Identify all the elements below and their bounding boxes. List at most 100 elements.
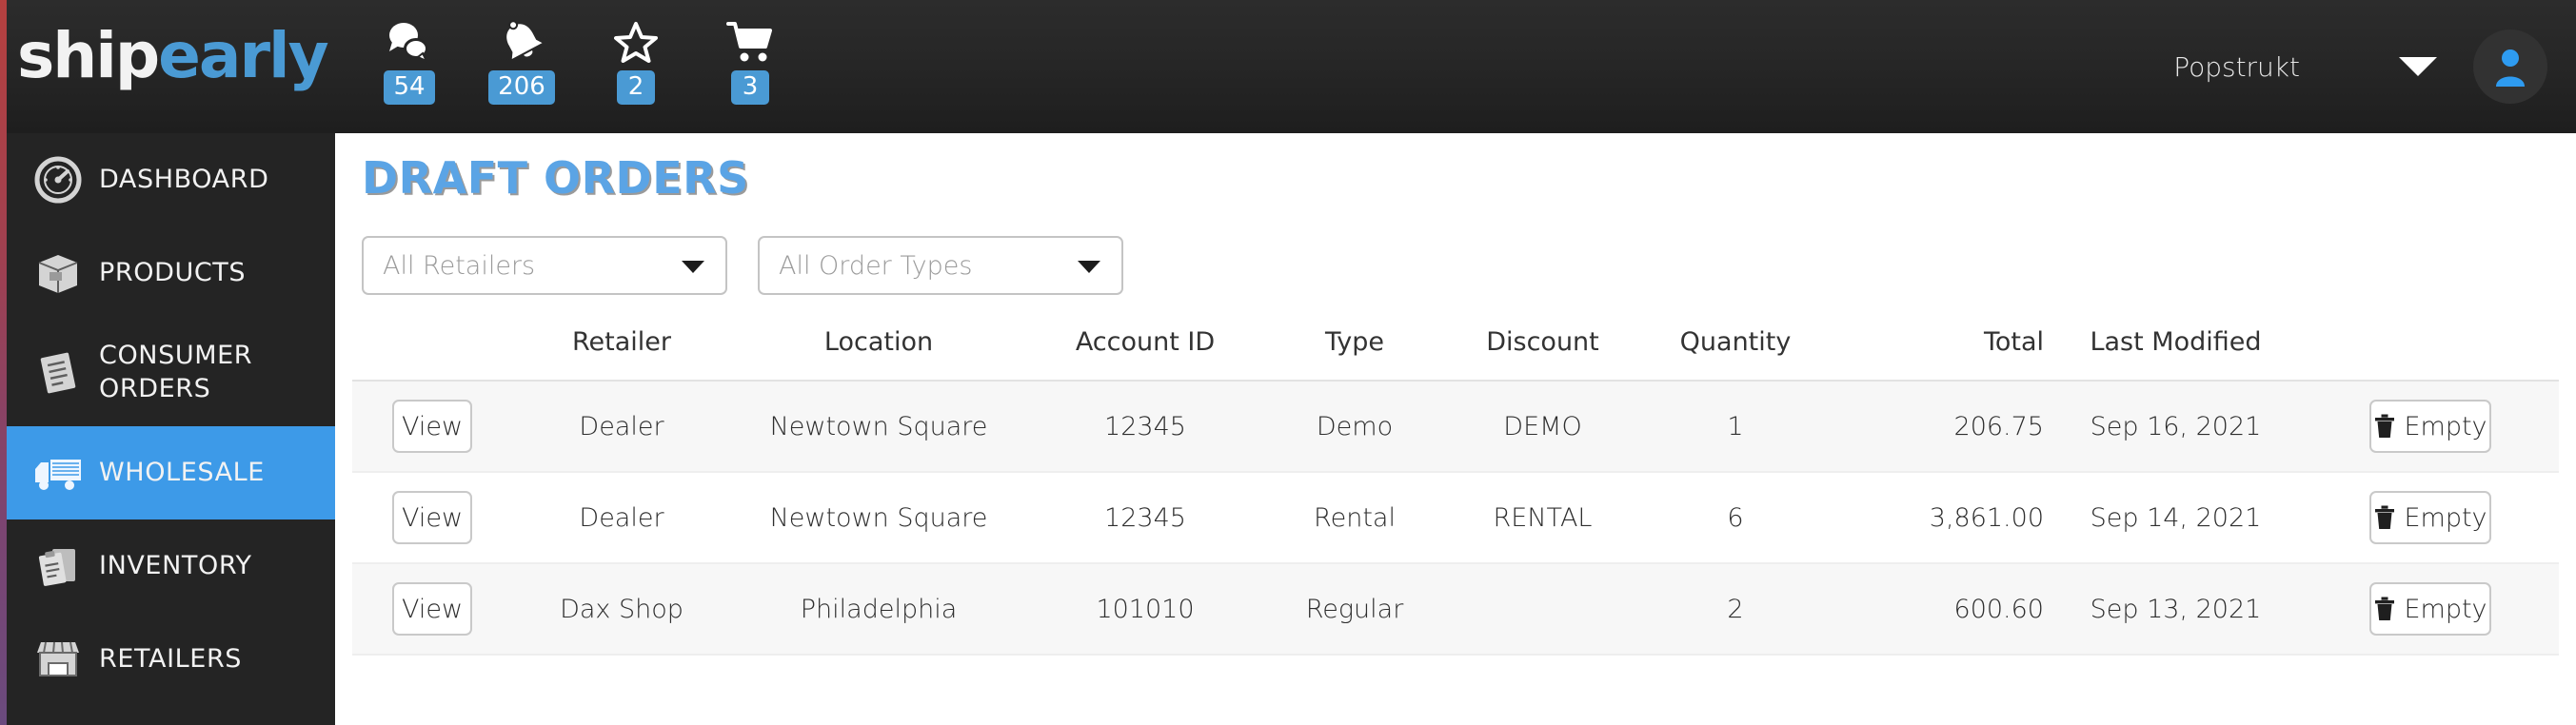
- empty-button[interactable]: Empty: [2369, 400, 2491, 453]
- row-action-cell: View: [352, 381, 512, 473]
- row-empty-cell: Empty: [2302, 381, 2559, 473]
- cell-location: Newtown Square: [731, 381, 1026, 473]
- sidebar-item-label: RETAILERS: [99, 643, 243, 674]
- messages-nav-item[interactable]: 54: [352, 17, 466, 116]
- sidebar-item-wholesale[interactable]: WHOLESALE: [0, 426, 335, 519]
- draft-orders-table: Retailer Location Account ID Type Discou…: [352, 322, 2559, 656]
- user-avatar-icon: [2491, 47, 2529, 87]
- view-button[interactable]: View: [392, 400, 472, 453]
- sidebar-item-products[interactable]: PRODUCTS: [0, 226, 335, 320]
- filter-bar: All Retailers All Order Types: [362, 236, 1123, 295]
- left-accent-stripe: [0, 0, 7, 725]
- truck-icon: [25, 443, 91, 502]
- col-header-location: Location: [731, 322, 1026, 382]
- chevron-down-icon: [682, 261, 704, 273]
- empty-button-label: Empty: [2404, 594, 2487, 624]
- sidebar-item-consumer-orders[interactable]: CONSUMER ORDERS: [0, 320, 335, 426]
- cell-location: Philadelphia: [731, 563, 1026, 656]
- cell-account-id: 12345: [1026, 381, 1264, 473]
- cell-account-id: 12345: [1026, 472, 1264, 564]
- col-header-type: Type: [1264, 322, 1445, 382]
- user-name-label: Popstrukt: [2173, 50, 2300, 83]
- sidebar-item-retailers[interactable]: RETAILERS: [0, 613, 335, 706]
- notifications-nav-item[interactable]: 206: [465, 17, 579, 116]
- col-header-quantity: Quantity: [1640, 322, 1831, 382]
- trash-icon: [2373, 413, 2396, 440]
- avatar[interactable]: [2473, 29, 2547, 104]
- table-body: View Dealer Newtown Square 12345 Demo DE…: [352, 381, 2559, 656]
- empty-button-label: Empty: [2404, 411, 2487, 441]
- view-button[interactable]: View: [392, 491, 472, 544]
- brand-logo-part1: ship: [17, 19, 160, 92]
- page-title: DRAFT ORDERS: [362, 152, 749, 204]
- favorites-badge: 2: [617, 70, 655, 105]
- shopping-cart-icon: [726, 17, 774, 67]
- bell-icon: [499, 17, 545, 67]
- cart-badge: 3: [731, 70, 769, 105]
- cart-nav-item[interactable]: 3: [693, 17, 807, 116]
- col-header-account-id: Account ID: [1026, 322, 1264, 382]
- sidebar-item-inventory[interactable]: INVENTORY: [0, 519, 335, 613]
- table-head: Retailer Location Account ID Type Discou…: [352, 322, 2559, 382]
- cell-total: 600.60: [1831, 563, 2050, 656]
- cell-discount: RENTAL: [1445, 472, 1640, 564]
- star-icon: [614, 17, 658, 67]
- sidebar-item-label: INVENTORY: [99, 550, 252, 580]
- col-header-last-modified: Last Modified: [2050, 322, 2302, 382]
- speedometer-icon: [25, 150, 91, 209]
- sidebar-item-label: WHOLESALE: [99, 457, 265, 487]
- cell-type: Demo: [1264, 381, 1445, 473]
- empty-button-label: Empty: [2404, 502, 2487, 533]
- empty-button[interactable]: Empty: [2369, 491, 2491, 544]
- sidebar-item-label: CONSUMER ORDERS: [99, 341, 253, 403]
- cell-retailer: Dealer: [512, 472, 731, 564]
- cell-type: Regular: [1264, 563, 1445, 656]
- table-row: View Dealer Newtown Square 12345 Rental …: [352, 472, 2559, 564]
- row-empty-cell: Empty: [2302, 472, 2559, 564]
- sidebar-item-label: PRODUCTS: [99, 257, 247, 287]
- cell-total: 206.75: [1831, 381, 2050, 473]
- empty-button[interactable]: Empty: [2369, 582, 2491, 636]
- storefront-icon: [25, 630, 91, 689]
- col-header-empty-action: [2302, 322, 2559, 382]
- document-icon: [25, 343, 91, 402]
- table-row: View Dealer Newtown Square 12345 Demo DE…: [352, 381, 2559, 473]
- table-row: View Dax Shop Philadelphia 101010 Regula…: [352, 563, 2559, 656]
- view-button[interactable]: View: [392, 582, 472, 636]
- row-empty-cell: Empty: [2302, 563, 2559, 656]
- cell-location: Newtown Square: [731, 472, 1026, 564]
- cell-total: 3,861.00: [1831, 472, 2050, 564]
- cell-type: Rental: [1264, 472, 1445, 564]
- cell-discount: [1445, 563, 1640, 656]
- sidebar: DASHBOARD PRODUCTS CONSUMER ORDERS WHOLE…: [0, 133, 335, 725]
- sidebar-item-label: DASHBOARD: [99, 164, 269, 194]
- chat-bubbles-icon: [386, 17, 432, 67]
- draft-orders-table-wrapper: Retailer Location Account ID Type Discou…: [352, 322, 2559, 656]
- cell-last-modified: Sep 13, 2021: [2050, 563, 2302, 656]
- cell-account-id: 101010: [1026, 563, 1264, 656]
- col-header-discount: Discount: [1445, 322, 1640, 382]
- chevron-down-icon[interactable]: [2399, 57, 2437, 76]
- cell-retailer: Dealer: [512, 381, 731, 473]
- order-type-filter[interactable]: All Order Types: [758, 236, 1123, 295]
- trash-icon: [2373, 596, 2396, 622]
- cell-last-modified: Sep 16, 2021: [2050, 381, 2302, 473]
- notifications-badge: 206: [488, 70, 555, 105]
- cell-quantity: 1: [1640, 381, 1831, 473]
- sidebar-item-dashboard[interactable]: DASHBOARD: [0, 133, 335, 226]
- messages-badge: 54: [384, 70, 435, 105]
- cell-quantity: 2: [1640, 563, 1831, 656]
- retailer-filter[interactable]: All Retailers: [362, 236, 727, 295]
- top-header-bar: shipearly 54 206 2 3 Popstrukt: [0, 0, 2576, 133]
- chevron-down-icon: [1078, 261, 1100, 273]
- favorites-nav-item[interactable]: 2: [579, 17, 693, 116]
- col-header-action: [352, 322, 512, 382]
- trash-icon: [2373, 504, 2396, 531]
- brand-logo-part2: early: [158, 19, 328, 92]
- user-menu[interactable]: Popstrukt: [2173, 0, 2547, 133]
- col-header-total: Total: [1831, 322, 2050, 382]
- box-icon: [25, 244, 91, 303]
- brand-logo[interactable]: shipearly: [17, 19, 329, 92]
- cell-quantity: 6: [1640, 472, 1831, 564]
- clipboard-icon: [25, 537, 91, 596]
